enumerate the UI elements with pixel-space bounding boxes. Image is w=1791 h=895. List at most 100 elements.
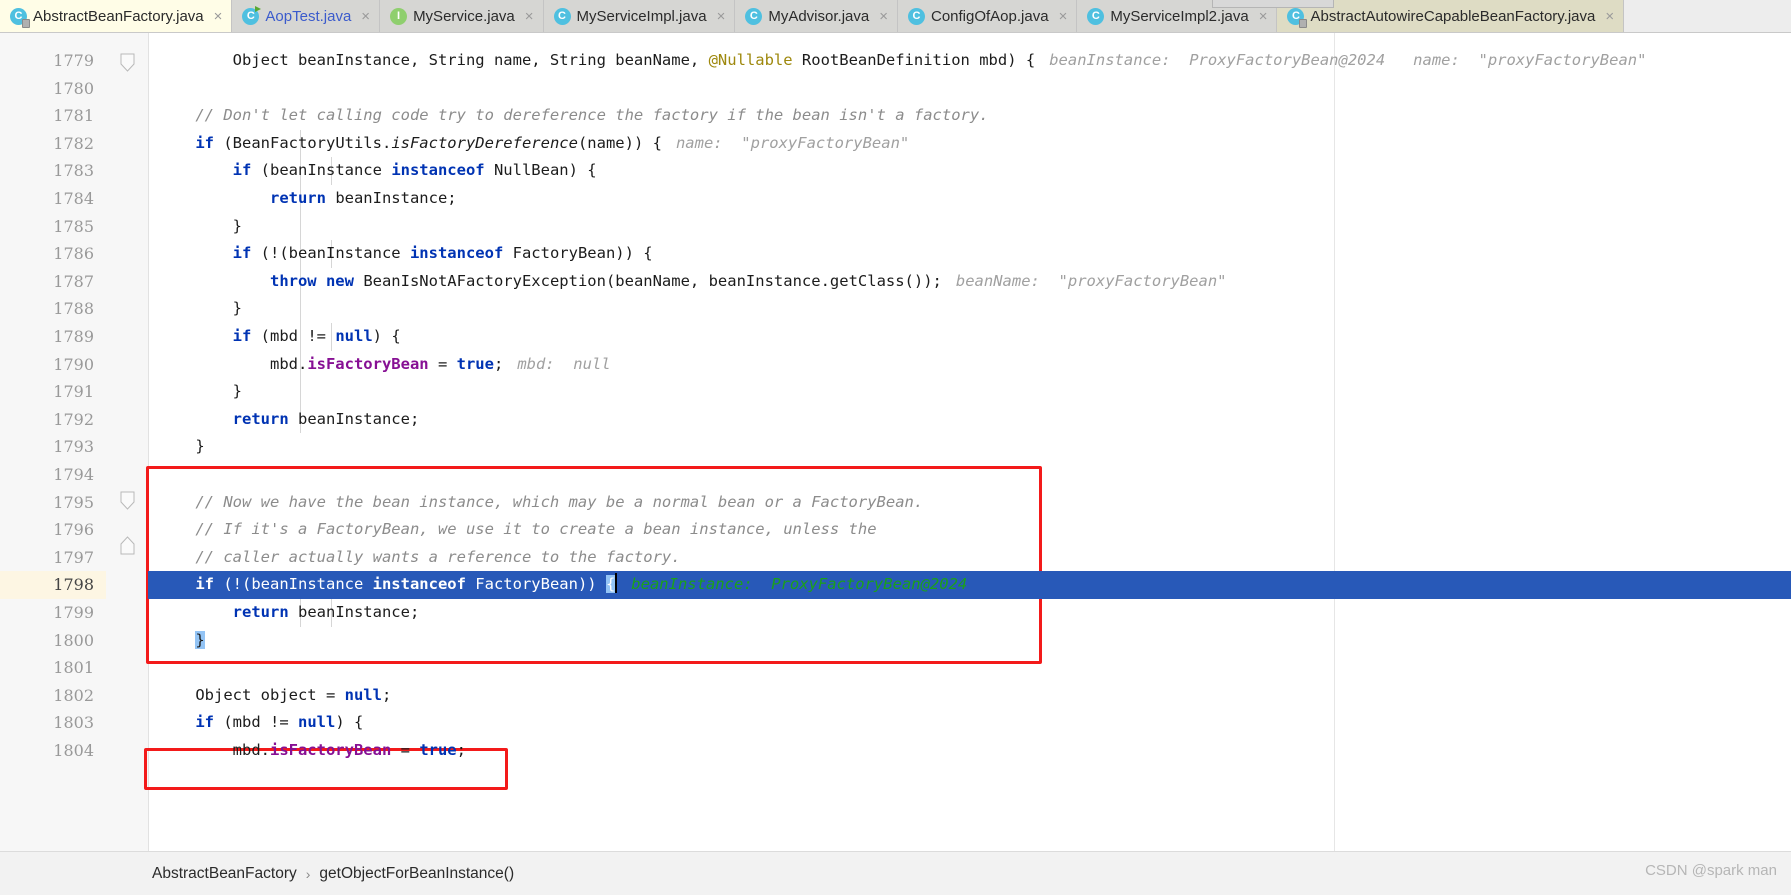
fold-handle-icon[interactable] [120, 53, 135, 72]
code-line[interactable] [148, 461, 1791, 489]
tab-close-icon[interactable]: × [1259, 9, 1268, 24]
code-line-text: } [158, 437, 205, 456]
tab-label: MyServiceImpl.java [576, 7, 707, 25]
breadcrumb[interactable]: AbstractBeanFactory › getObjectForBeanIn… [152, 865, 514, 883]
code-line-text: return beanInstance; [269, 189, 457, 207]
code-line[interactable]: if (mbd != null) { [148, 709, 1791, 737]
code-line[interactable]: // Now we have the bean instance, which … [148, 489, 1791, 517]
line-number: 1793 [53, 437, 94, 457]
line-number: 1781 [53, 106, 94, 126]
code-line-text: throw new BeanIsNotAFactoryException(bea… [269, 271, 942, 290]
tab-close-icon[interactable]: × [879, 9, 888, 24]
code-line-text: mbd.isFactoryBean = true; [158, 354, 504, 373]
inlay-hint: beanName: "proxyFactoryBean" [955, 271, 1227, 290]
code-line[interactable]: mbd.isFactoryBean = true; mbd: null [148, 351, 1791, 379]
breadcrumb-class[interactable]: AbstractBeanFactory [152, 865, 297, 883]
code-line[interactable]: Object beanInstance, String name, String… [148, 47, 1791, 75]
code-line-text: if (beanInstance instanceof NullBean) { [232, 161, 597, 180]
watermark-text: CSDN @spark man [1645, 862, 1777, 879]
line-number: 1786 [53, 244, 94, 264]
code-folding-gutter[interactable] [106, 33, 148, 851]
code-line[interactable]: Object object = null; [148, 682, 1791, 710]
code-line[interactable]: if (mbd != null) { [148, 323, 1791, 351]
java-interface-icon: I [390, 7, 408, 25]
code-line[interactable]: return beanInstance; [148, 599, 1791, 627]
line-number: 1795 [53, 492, 94, 512]
line-number: 1792 [53, 409, 94, 429]
code-line[interactable]: // If it's a FactoryBean, we use it to c… [148, 516, 1791, 544]
line-number: 1779 [53, 51, 94, 70]
breadcrumb-method[interactable]: getObjectForBeanInstance() [319, 865, 514, 883]
tab-label: MyAdvisor.java [768, 7, 870, 25]
tab-abstractbeanfactory[interactable]: C AbstractBeanFactory.java × [0, 0, 233, 32]
code-line[interactable]: } [148, 433, 1791, 461]
code-line[interactable]: // caller actually wants a reference to … [148, 544, 1791, 572]
breadcrumb-bar: AbstractBeanFactory › getObjectForBeanIn… [0, 851, 1791, 895]
tab-myadvisor[interactable]: C MyAdvisor.java × [735, 0, 898, 32]
java-class-icon: C [553, 7, 571, 25]
code-line[interactable]: } [148, 627, 1791, 655]
tab-close-icon[interactable]: × [1059, 9, 1068, 24]
line-number: 1799 [53, 603, 94, 622]
code-line[interactable]: mbd.isFactoryBean = true; [148, 737, 1791, 765]
code-line[interactable]: if (BeanFactoryUtils.isFactoryDereferenc… [148, 130, 1791, 158]
fold-handle-icon[interactable] [120, 536, 135, 555]
editor-tab-bar: C AbstractBeanFactory.java × C AopTest.j… [0, 0, 1791, 33]
tab-aoptest[interactable]: C AopTest.java × [232, 0, 381, 32]
line-number: 1783 [53, 161, 94, 181]
java-class-icon: C [1287, 7, 1308, 28]
code-text-area[interactable]: Object beanInstance, String name, String… [148, 33, 1791, 851]
line-number-gutter[interactable]: 1779 1780 1781 1782 1783 1784 1785 1786 1787 1788… [0, 33, 106, 851]
tab-close-icon[interactable]: × [717, 9, 726, 24]
java-class-icon: C [907, 7, 925, 25]
code-line-text: // caller actually wants a reference to … [158, 547, 681, 566]
line-number: 1787 [53, 271, 94, 291]
code-line-text: Object object = null; [158, 685, 392, 704]
code-line[interactable] [148, 75, 1791, 103]
code-line[interactable]: } [148, 378, 1791, 406]
tab-close-icon[interactable]: × [525, 9, 534, 24]
java-class-icon: C [745, 7, 763, 25]
code-line-text: } [195, 630, 205, 649]
code-line[interactable]: } [148, 213, 1791, 241]
line-number: 1790 [53, 354, 94, 374]
line-number: 1785 [53, 216, 94, 236]
tab-overflow-area[interactable] [1761, 0, 1791, 32]
code-line[interactable]: throw new BeanIsNotAFactoryException(bea… [148, 268, 1791, 296]
code-line[interactable]: return beanInstance; [148, 185, 1791, 213]
java-test-class-icon: C [242, 5, 262, 25]
line-number: 1791 [53, 382, 94, 402]
line-number: 1796 [53, 520, 94, 540]
fold-handle-icon[interactable] [120, 491, 135, 510]
code-line[interactable]: if (beanInstance instanceof NullBean) { [148, 157, 1791, 185]
tab-label: MyServiceImpl2.java [1110, 7, 1249, 25]
code-line[interactable]: } [148, 295, 1791, 323]
line-number: 1802 [53, 685, 94, 705]
tab-close-icon[interactable]: × [361, 9, 370, 24]
code-line[interactable] [148, 654, 1791, 682]
tab-label: AbstractBeanFactory.java [33, 7, 204, 25]
tab-configofaop[interactable]: C ConfigOfAop.java × [897, 0, 1078, 32]
line-number: 1801 [53, 658, 94, 678]
code-line[interactable]: if (!(beanInstance instanceof FactoryBea… [148, 240, 1791, 268]
readonly-lock-badge [22, 18, 30, 28]
tab-myservice[interactable]: I MyService.java × [380, 0, 544, 32]
tab-label: AbstractAutowireCapableBeanFactory.java [1310, 7, 1596, 25]
tab-close-icon[interactable]: × [1605, 9, 1614, 24]
code-line[interactable]: // Don't let calling code try to derefer… [148, 102, 1791, 130]
tab-list-popup-stub[interactable] [1212, 0, 1334, 8]
code-line[interactable]: return beanInstance; [148, 406, 1791, 434]
code-line-text: if (mbd != null) { [232, 327, 401, 345]
code-line-text: } [158, 382, 242, 401]
readonly-lock-badge [1299, 18, 1308, 28]
code-editor[interactable]: 1779 1780 1781 1782 1783 1784 1785 1786 1787 1788… [0, 33, 1791, 851]
code-line-text: } [158, 216, 242, 235]
line-number: 1804 [53, 741, 94, 760]
code-line[interactable]: if (!(beanInstance instanceof FactoryBea… [148, 571, 1791, 599]
code-line-text: if (mbd != null) { [195, 713, 364, 732]
breadcrumb-separator-icon: › [305, 865, 311, 882]
tab-myserviceimpl[interactable]: C MyServiceImpl.java × [543, 0, 736, 32]
line-number: 1800 [53, 630, 94, 650]
code-line-text: } [158, 299, 242, 318]
tab-close-icon[interactable]: × [214, 9, 223, 24]
